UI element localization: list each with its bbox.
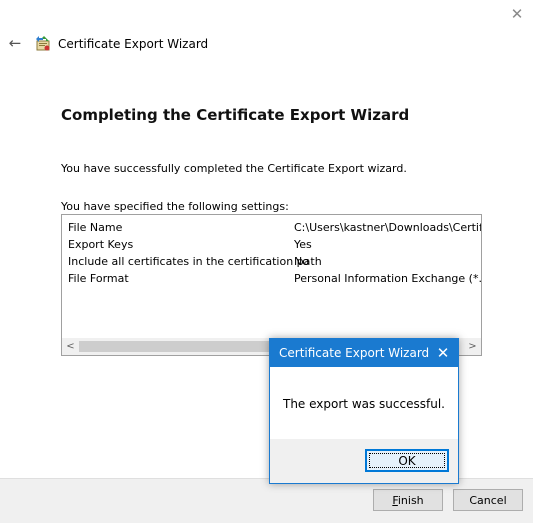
setting-key: File Format: [68, 272, 129, 285]
dialog-titlebar[interactable]: Certificate Export Wizard ✕: [270, 339, 458, 367]
dialog-body: The export was successful.: [270, 367, 458, 439]
dialog-close-icon[interactable]: ✕: [432, 342, 454, 364]
setting-value: Yes: [294, 238, 312, 251]
page-heading: Completing the Certificate Export Wizard: [61, 106, 410, 124]
back-arrow-icon[interactable]: ←: [6, 34, 24, 52]
dialog-title: Certificate Export Wizard: [279, 346, 430, 360]
setting-value: C:\Users\kastner\Downloads\Certificat: [294, 221, 481, 234]
success-message: You have successfully completed the Cert…: [61, 162, 407, 175]
setting-value: No: [294, 255, 309, 268]
window-title: Certificate Export Wizard: [58, 37, 209, 51]
message-box-dialog: Certificate Export Wizard ✕ The export w…: [269, 338, 459, 484]
settings-intro-label: You have specified the following setting…: [61, 200, 289, 213]
certificate-wizard-icon: [35, 35, 53, 52]
ok-button[interactable]: OK: [365, 449, 449, 472]
scroll-left-arrow-icon[interactable]: <: [62, 338, 79, 355]
cancel-button[interactable]: Cancel: [453, 489, 523, 511]
setting-key: File Name: [68, 221, 123, 234]
finish-button[interactable]: Finish: [373, 489, 443, 511]
scrollbar-thumb[interactable]: [79, 341, 271, 352]
focus-rectangle: [369, 453, 445, 468]
setting-value: Personal Information Exchange (*.pfx): [294, 272, 482, 285]
finish-label: inish: [397, 494, 424, 507]
window-close-icon[interactable]: ✕: [506, 4, 528, 24]
settings-list[interactable]: File Name C:\Users\kastner\Downloads\Cer…: [61, 214, 482, 356]
scroll-right-arrow-icon[interactable]: >: [464, 338, 481, 355]
dialog-message: The export was successful.: [283, 397, 445, 411]
setting-key: Export Keys: [68, 238, 134, 251]
setting-key: Include all certificates in the certific…: [68, 255, 322, 268]
